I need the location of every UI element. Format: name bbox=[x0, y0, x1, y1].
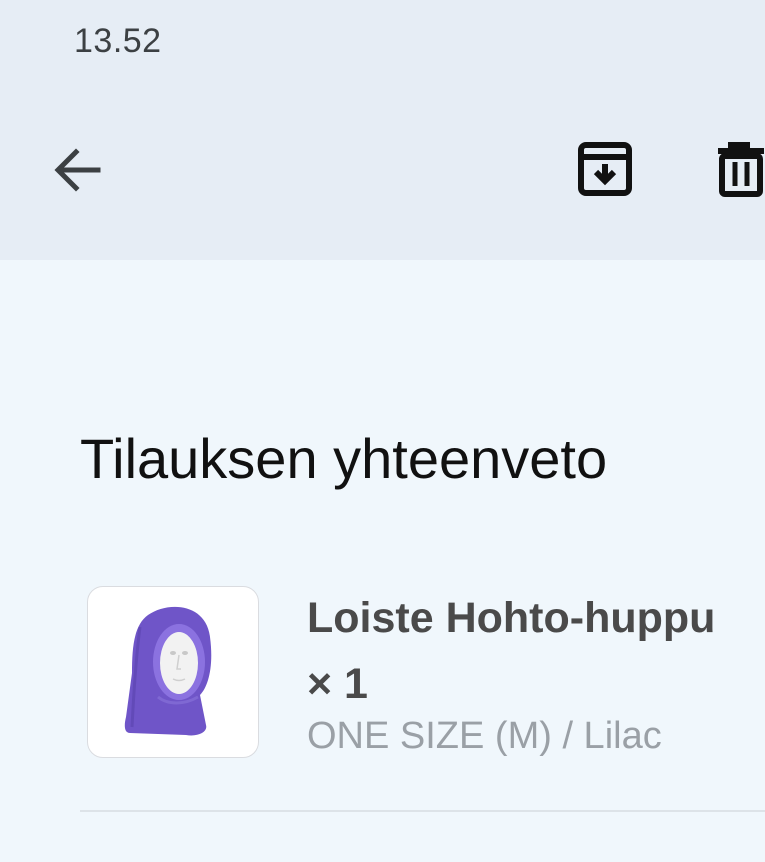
app-bar: 13.52 bbox=[0, 0, 765, 260]
product-thumbnail bbox=[87, 586, 259, 758]
status-bar-time: 13.52 bbox=[74, 22, 162, 60]
order-summary-title: Tilauksen yhteenveto bbox=[80, 427, 608, 490]
trash-icon bbox=[718, 142, 764, 197]
back-button[interactable] bbox=[48, 140, 108, 200]
arrow-left-icon bbox=[54, 148, 101, 192]
archive-button[interactable] bbox=[574, 140, 636, 200]
product-name: Loiste Hohto-huppu × 1 bbox=[307, 594, 716, 708]
divider bbox=[80, 810, 765, 812]
delete-button[interactable] bbox=[712, 140, 765, 200]
order-summary-panel: Tilauksen yhteenveto Loiste Hohto-huppu … bbox=[0, 260, 765, 862]
balaclava-hood-product-image bbox=[124, 606, 212, 736]
archive-icon bbox=[578, 142, 632, 196]
product-variant: ONE SIZE (M) / Lilac bbox=[307, 715, 662, 757]
